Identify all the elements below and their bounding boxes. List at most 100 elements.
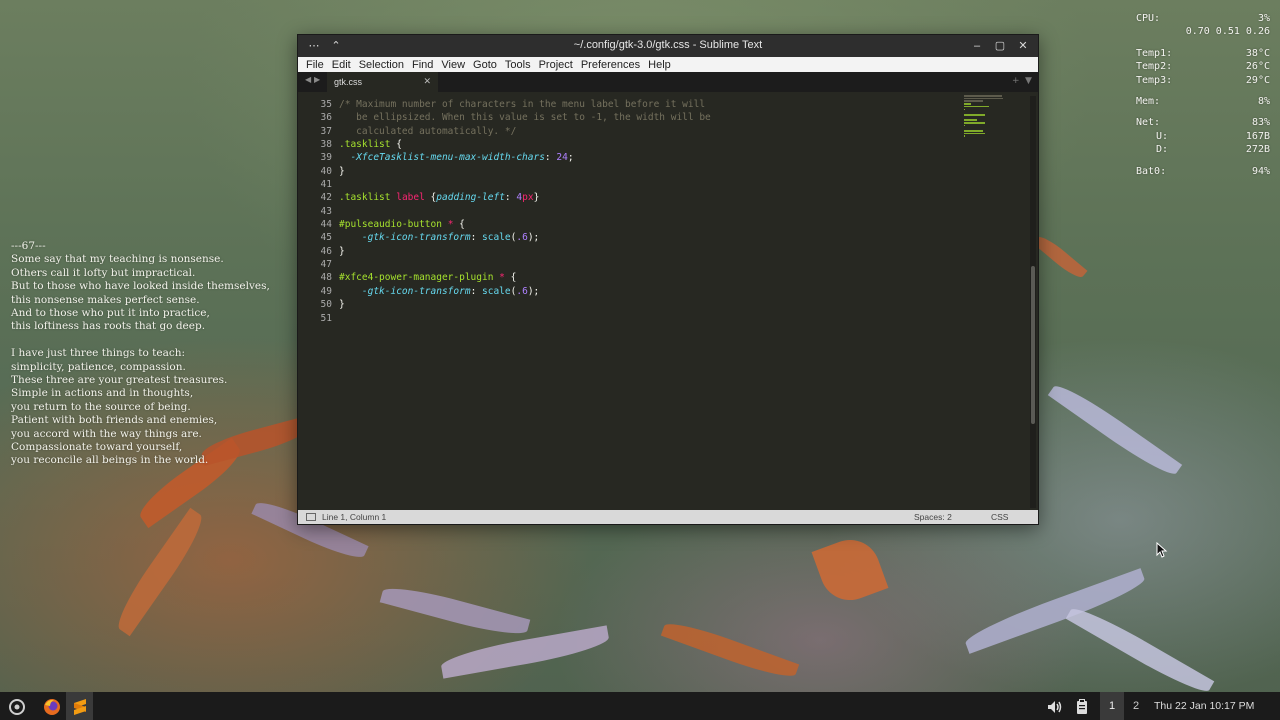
mem-value: 8% — [1257, 96, 1270, 108]
mouse-cursor-icon — [1156, 542, 1168, 558]
sublime-window: ⋯ ⌃ ~/.config/gtk-3.0/gtk.css - Sublime … — [297, 34, 1039, 525]
menu-preferences[interactable]: Preferences — [577, 59, 644, 71]
editor-area[interactable]: 35 36 37 38 39 40 41 42 43 44 45 46 47 48 49 50 51 /* Ma… — [298, 94, 1038, 510]
minimize-icon[interactable]: – — [969, 38, 985, 54]
sublime-icon[interactable] — [70, 697, 90, 717]
line-number: 37 — [320, 125, 332, 137]
menu-help[interactable]: Help — [644, 59, 675, 71]
menu-file[interactable]: File — [302, 59, 328, 71]
line-number: 49 — [320, 285, 332, 297]
mem-row: Mem: 8% — [1136, 95, 1270, 108]
tab-prev-icon[interactable]: ◀ — [305, 75, 311, 84]
battery-row: Bat0: 94% — [1136, 165, 1270, 178]
code-line[interactable]: #pulseaudio-button * { — [339, 218, 711, 231]
code-line[interactable]: #xfce4-power-manager-plugin * { — [339, 271, 711, 284]
poem-line: Compassionate toward yourself, — [11, 441, 183, 454]
code-line[interactable]: -XfceTasklist-menu-max-width-chars: 24; — [339, 151, 711, 164]
battery-value: 94% — [1251, 165, 1270, 177]
clipboard-icon[interactable] — [1072, 697, 1092, 717]
line-number: 51 — [320, 312, 332, 324]
code-line[interactable]: -gtk-icon-transform: scale(.6); — [339, 285, 711, 298]
poem-line: you reconcile all beings in the world. — [11, 454, 209, 467]
line-number-gutter: 35 36 37 38 39 40 41 42 43 44 45 46 47 48 49 50 51 — [298, 98, 332, 325]
net-value: 83% — [1251, 117, 1270, 129]
code-line[interactable]: } — [339, 165, 711, 178]
poem-line: And to those who put it into practice, — [11, 307, 210, 320]
new-tab-icon[interactable]: + — [1012, 76, 1020, 86]
menu-edit[interactable]: Edit — [328, 59, 355, 71]
poem-line: Some say that my teaching is nonsense. — [11, 253, 224, 266]
taskbar: 1 2 Thu 22 Jan 10:17 PM — [0, 692, 1280, 720]
tab-list-icon[interactable]: ▼ — [1025, 76, 1032, 86]
menu-view[interactable]: View — [437, 59, 469, 71]
code-line[interactable]: .tasklist { — [339, 138, 711, 151]
clock[interactable]: Thu 22 Jan 10:17 PM — [1154, 700, 1254, 712]
net-label: Net: — [1136, 117, 1161, 129]
workspace-1-button[interactable]: 1 — [1100, 692, 1124, 720]
code-line[interactable] — [339, 312, 711, 325]
temp3-row: Temp3: 29°C — [1136, 74, 1270, 87]
close-icon[interactable]: ✕ — [1015, 38, 1031, 54]
menu-project[interactable]: Project — [535, 59, 577, 71]
code-line[interactable]: be ellipsized. When this value is set to… — [339, 111, 711, 124]
temp2-value: 26°C — [1245, 61, 1270, 73]
tab-bar: ◀ ▶ gtk.css ✕ + ▼ — [298, 72, 1038, 92]
scrollbar-thumb[interactable] — [1031, 266, 1035, 424]
menu-tools[interactable]: Tools — [501, 59, 535, 71]
poem-line: this nonsense makes perfect sense. — [11, 293, 200, 306]
minimap[interactable] — [964, 94, 1008, 164]
window-titlebar[interactable]: ⋯ ⌃ ~/.config/gtk-3.0/gtk.css - Sublime … — [298, 35, 1038, 57]
system-monitor: CPU: 3% 0.70 0.51 0.26 Temp1: 38°C Temp2: 2… — [1136, 12, 1270, 178]
code-view[interactable]: /* Maximum number of characters in the m… — [339, 98, 711, 325]
battery-label: Bat0: — [1136, 165, 1167, 177]
temp1-row: Temp1: 38°C — [1136, 47, 1270, 60]
code-line[interactable]: } — [339, 298, 711, 311]
line-number: 46 — [320, 245, 332, 257]
poem-line: I have just three things to teach: — [11, 347, 186, 360]
code-line[interactable]: .tasklist label {padding-left: 4px} — [339, 191, 711, 204]
poem-line: These three are your greatest treasures. — [11, 374, 228, 387]
poem-line: Patient with both friends and enemies, — [11, 414, 218, 427]
line-number: 50 — [320, 299, 332, 311]
code-line[interactable]: calculated automatically. */ — [339, 125, 711, 138]
poem-line: But to those who have looked inside them… — [11, 280, 270, 293]
line-number: 39 — [320, 152, 332, 164]
tab-close-icon[interactable]: ✕ — [423, 76, 431, 87]
status-bar: Line 1, Column 1 Spaces: 2 CSS — [298, 510, 1038, 524]
code-line[interactable]: /* Maximum number of characters in the m… — [339, 98, 711, 111]
load-row: 0.70 0.51 0.26 — [1136, 25, 1270, 38]
code-line[interactable] — [339, 205, 711, 218]
cpu-row: CPU: 3% — [1136, 12, 1270, 25]
tab-next-icon[interactable]: ▶ — [314, 75, 320, 84]
maximize-icon[interactable]: ▢ — [992, 38, 1008, 54]
code-line[interactable] — [339, 178, 711, 191]
code-line[interactable]: } — [339, 245, 711, 258]
menu-icon[interactable] — [7, 697, 27, 717]
syntax-setting[interactable]: CSS — [991, 512, 1008, 522]
menu-find[interactable]: Find — [408, 59, 437, 71]
line-number: 42 — [320, 192, 332, 204]
line-number: 45 — [320, 232, 332, 244]
code-line[interactable]: -gtk-icon-transform: scale(.6); — [339, 231, 711, 244]
mem-label: Mem: — [1136, 96, 1161, 108]
firefox-icon[interactable] — [42, 697, 62, 717]
download-value: 272B — [1245, 144, 1270, 156]
panel-toggle-icon[interactable] — [306, 513, 316, 521]
temp1-value: 38°C — [1245, 47, 1270, 59]
line-number: 48 — [320, 272, 332, 284]
line-number: 38 — [320, 139, 332, 151]
volume-icon[interactable] — [1045, 697, 1065, 717]
line-number: 41 — [320, 179, 332, 191]
temp2-row: Temp2: 26°C — [1136, 60, 1270, 73]
code-line[interactable] — [339, 258, 711, 271]
menu-goto[interactable]: Goto — [469, 59, 501, 71]
poem-line: Others call it lofty but impractical. — [11, 266, 196, 279]
window-title: ~/.config/gtk-3.0/gtk.css - Sublime Text — [573, 39, 763, 51]
tab-gtk-css[interactable]: gtk.css ✕ — [327, 72, 438, 92]
cpu-value: 3% — [1257, 13, 1270, 24]
download-label: D: — [1156, 144, 1169, 156]
workspace-2-button[interactable]: 2 — [1126, 692, 1146, 720]
indentation-setting[interactable]: Spaces: 2 — [914, 512, 952, 522]
line-number: 40 — [320, 165, 332, 177]
menu-selection[interactable]: Selection — [355, 59, 408, 71]
